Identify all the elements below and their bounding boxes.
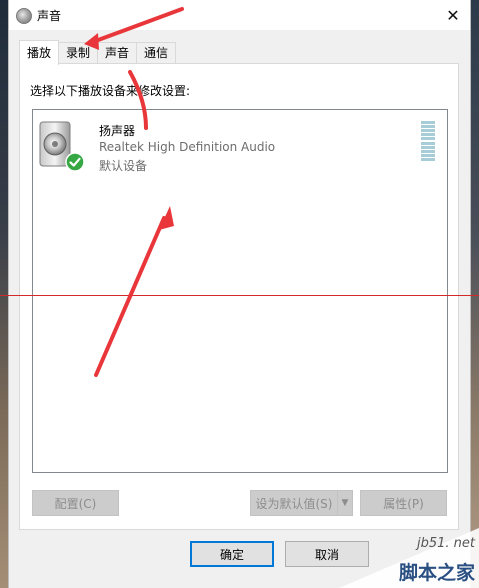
annotation-arrowhead-device-list: [159, 206, 174, 230]
annotation-stroke-sounds-tab: [128, 70, 148, 130]
annotation-arrowhead-recording: [84, 33, 99, 50]
tab-playback[interactable]: 播放: [19, 40, 60, 65]
watermark: jb51. net 脚本之家: [339, 528, 479, 588]
annotation-arrow-to-recording-tab: [88, 7, 184, 45]
watermark-text: 脚本之家: [398, 562, 475, 584]
annotation-arrow-to-device-list: [94, 216, 166, 377]
annotation-arrows: [84, 7, 184, 377]
watermark-url: jb51. net: [416, 536, 475, 551]
